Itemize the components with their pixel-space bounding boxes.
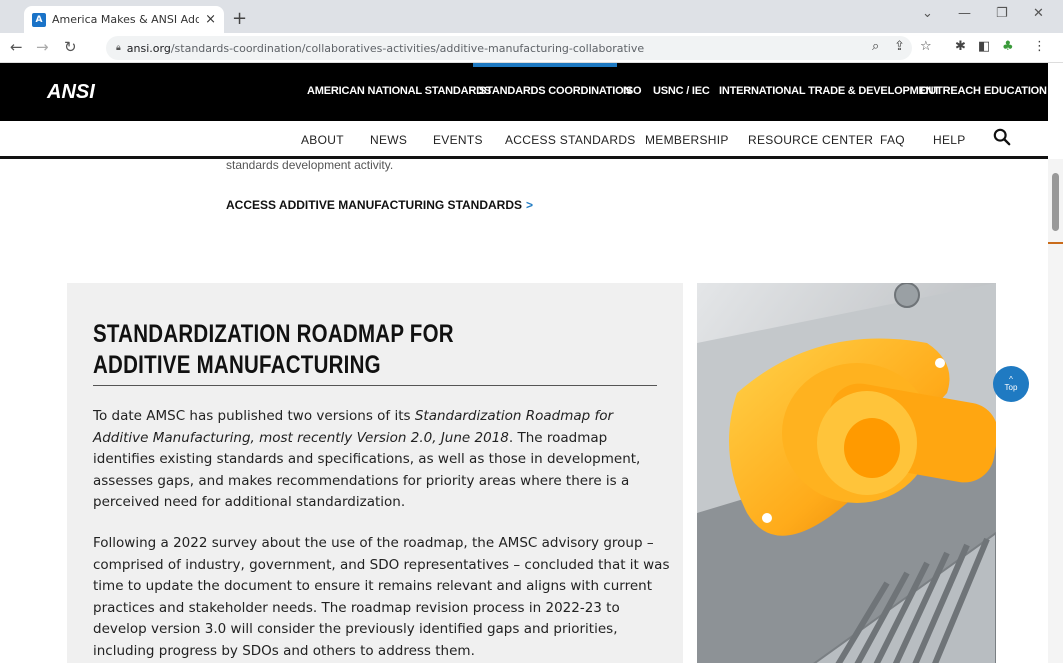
new-tab-button[interactable]: + [232,8,247,29]
tab-close-icon[interactable]: × [205,12,216,27]
roadmap-paragraph-2: Following a 2022 survey about the use of… [93,535,670,659]
subnav-access-standards[interactable]: ACCESS STANDARDS [505,133,636,147]
zoom-icon[interactable]: ⌕ [872,39,879,54]
site-favicon-icon: A [32,12,46,27]
forward-icon[interactable]: → [36,38,49,56]
tab-search-icon[interactable]: ⌄ [922,6,933,21]
back-to-top-button[interactable]: ^ Top [993,366,1029,402]
nav-outreach[interactable]: OUTREACH [920,85,981,97]
additive-part-photo [697,283,996,663]
nav-standards-coordination[interactable]: STANDARDS COORDINATION [479,85,631,97]
side-panel-icon[interactable]: ◧ [978,39,990,54]
browser-tab-bar: A America Makes & ANSI Additive × + ⌄ — … [0,0,1063,33]
reload-icon[interactable]: ↻ [64,38,77,56]
page-scrollbar[interactable] [1048,159,1063,663]
subnav-resource-center[interactable]: RESOURCE CENTER [748,133,873,147]
search-icon[interactable] [993,128,1011,146]
active-nav-indicator [473,63,617,67]
nav-international-trade[interactable]: INTERNATIONAL TRADE & DEVELOPMENT [719,85,940,97]
browser-menu-icon[interactable]: ⋮ [1033,39,1046,54]
subnav-news[interactable]: NEWS [370,133,407,147]
roadmap-card: STANDARDIZATION ROADMAP FOR ADDITIVE MAN… [67,283,683,663]
extension-clover-icon[interactable]: ♣ [1002,39,1014,54]
scroll-accent-line [1048,242,1063,244]
close-window-icon[interactable]: ✕ [1033,6,1044,21]
subnav-help[interactable]: HELP [933,133,966,147]
bookmark-star-icon[interactable]: ☆ [920,39,932,54]
access-link-label: ACCESS ADDITIVE MANUFACTURING STANDARDS [226,198,523,212]
nav-iso[interactable]: ISO [623,85,642,97]
card-title: STANDARDIZATION ROADMAP FOR ADDITIVE MAN… [93,320,454,379]
url-path: /standards-coordination/collaboratives-a… [170,41,645,55]
ansi-logo[interactable]: ANSI [47,81,95,104]
subnav-membership[interactable]: MEMBERSHIP [645,133,729,147]
cut-off-text: standards development activity. [226,159,394,172]
restore-icon[interactable]: ❐ [996,6,1008,21]
nav-usnc-iec[interactable]: USNC / IEC [653,85,710,97]
browser-tab[interactable]: A America Makes & ANSI Additive × [24,6,224,33]
title-divider [93,385,657,386]
nav-american-national-standards[interactable]: AMERICAN NATIONAL STANDARDS [307,85,491,97]
lock-icon: 🔒︎ [116,43,121,53]
address-bar[interactable]: 🔒︎ ansi.org/standards-coordination/colla… [106,36,912,60]
minimize-icon[interactable]: — [958,6,971,21]
tab-title: America Makes & ANSI Additive [52,13,200,26]
page-content: standards development activity. ACCESS A… [0,159,1048,663]
scrollbar-thumb[interactable] [1052,173,1059,231]
extensions-icon[interactable]: ✱ [955,39,966,54]
top-button-label: Top [1004,383,1018,392]
p1-text-a: To date AMSC has published two versions … [93,408,415,424]
chevron-right-icon: > [526,198,534,212]
subnav-events[interactable]: EVENTS [433,133,483,147]
access-am-standards-link[interactable]: ACCESS ADDITIVE MANUFACTURING STANDARDS > [226,198,533,212]
site-sub-nav: ABOUT NEWS EVENTS ACCESS STANDARDS MEMBE… [0,121,1048,159]
subnav-about[interactable]: ABOUT [301,133,344,147]
roadmap-paragraph-1: To date AMSC has published two versions … [93,406,671,514]
share-icon[interactable]: ⇪ [894,39,905,54]
nav-education[interactable]: EDUCATION [984,85,1047,97]
subnav-faq[interactable]: FAQ [880,133,905,147]
site-top-nav: ANSI AMERICAN NATIONAL STANDARDS STANDAR… [0,63,1048,121]
url-domain: ansi.org [126,41,171,55]
back-icon[interactable]: ← [10,38,23,56]
